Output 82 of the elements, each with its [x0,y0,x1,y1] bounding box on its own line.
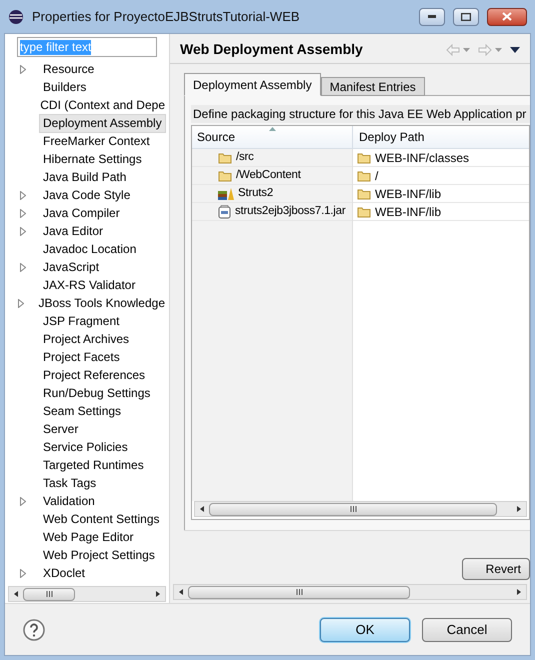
tree-item[interactable]: Project Facets [39,348,124,366]
horizontal-scrollbar[interactable] [8,586,166,602]
tab[interactable]: Deployment Assembly [184,73,321,96]
scroll-thumb[interactable] [23,588,75,600]
table-cell-text: Struts2 [238,186,274,201]
table-cell-text: WEB-INF/classes [375,150,470,166]
expand-arrow-icon[interactable] [20,226,26,236]
help-icon[interactable] [23,618,45,640]
view-menu-icon[interactable] [510,46,520,52]
folder-icon [357,170,371,182]
tree-item[interactable]: CDI (Context and Depe [36,96,169,114]
folder-icon [357,152,371,164]
cancel-button[interactable]: Cancel [422,618,512,642]
description-text: Define packaging structure for this Java EE Web Application pr [191,105,530,123]
folder-icon [357,206,371,218]
tree-item[interactable]: Task Tags [39,474,100,492]
tree-item[interactable]: Web Page Editor [39,528,138,546]
sort-ascending-icon[interactable] [269,127,276,131]
tree-item[interactable]: Hibernate Settings [39,150,146,168]
ok-button[interactable]: OK [320,618,410,642]
table-cell-text: / [375,168,378,184]
jar-icon [218,204,231,218]
scroll-thumb[interactable] [209,502,497,516]
column-header[interactable]: Deploy Path [353,126,529,148]
close-icon [502,12,512,21]
tab[interactable]: Manifest Entries [320,77,425,96]
expand-arrow-icon[interactable] [20,496,26,506]
expand-arrow-icon[interactable] [20,190,26,200]
table-cell-text: struts2ejb3jboss7.1.jar [235,204,346,219]
horizontal-scrollbar[interactable] [194,501,527,517]
column-header[interactable]: Source [192,126,353,148]
minimize-button[interactable] [419,8,445,26]
window-title: Properties for ProyectoEJBStrutsTutorial-WEB [32,8,300,26]
horizontal-scrollbar[interactable] [173,584,527,600]
maximize-icon [461,12,471,20]
table-cell-text: WEB-INF/lib [375,186,441,202]
books-icon [218,187,234,200]
minimize-icon [428,15,436,18]
filter-text: type filter text [20,40,92,54]
tree-item[interactable]: Java Build Path [39,168,130,186]
tree-item[interactable]: Seam Settings [39,402,126,420]
folder-icon [357,188,371,200]
tree-item[interactable]: Javadoc Location [39,240,140,258]
revert-button[interactable]: Revert [462,558,530,580]
expand-arrow-icon[interactable] [18,298,24,308]
maximize-button[interactable] [453,8,479,26]
scroll-thumb[interactable] [188,586,410,598]
tree-item[interactable]: Java Code Style [39,186,134,204]
tree-item[interactable]: JSP Fragment [39,312,124,330]
tree-item[interactable]: Service Policies [39,438,132,456]
expand-arrow-icon[interactable] [20,262,26,272]
table-cell-text: /WebContent [236,168,301,183]
expand-arrow-icon[interactable] [20,568,26,578]
tree-item[interactable]: Resource [39,60,98,78]
dropdown-caret-icon[interactable] [495,48,502,52]
eclipse-icon [8,8,24,24]
close-button[interactable] [487,8,527,26]
tree-item[interactable]: Web Content Settings [39,510,164,528]
tree-item[interactable]: Deployment Assembly [39,114,166,132]
tree-item[interactable]: Run/Debug Settings [39,384,154,402]
table-cell-text: /src [236,150,254,165]
tree-item[interactable]: JBoss Tools Knowledge [34,294,169,312]
tree-item[interactable]: Web Project Settings [39,546,159,564]
expand-arrow-icon[interactable] [20,208,26,218]
expand-arrow-icon[interactable] [20,64,26,74]
table-cell-text: WEB-INF/lib [375,204,441,220]
tree-item[interactable]: Server [39,420,82,438]
tree-item[interactable]: Project References [39,366,150,384]
folder-icon [218,170,232,182]
folder-icon [218,152,232,164]
tree-item[interactable]: Validation [39,492,99,510]
dropdown-caret-icon[interactable] [463,48,470,52]
tree-item[interactable]: Targeted Runtimes [39,456,148,474]
tree-item[interactable]: JavaScript [39,258,104,276]
tree-item[interactable]: Project Archives [39,330,134,348]
tree-item[interactable]: Java Editor [39,222,108,240]
tree-item[interactable]: XDoclet [39,564,90,582]
tree-item[interactable]: JAX-RS Validator [39,276,140,294]
page-title: Web Deployment Assembly [180,40,363,59]
tree-item[interactable]: Builders [39,78,90,96]
tree-item[interactable]: FreeMarker Context [39,132,154,150]
tree-item[interactable]: Java Compiler [39,204,124,222]
